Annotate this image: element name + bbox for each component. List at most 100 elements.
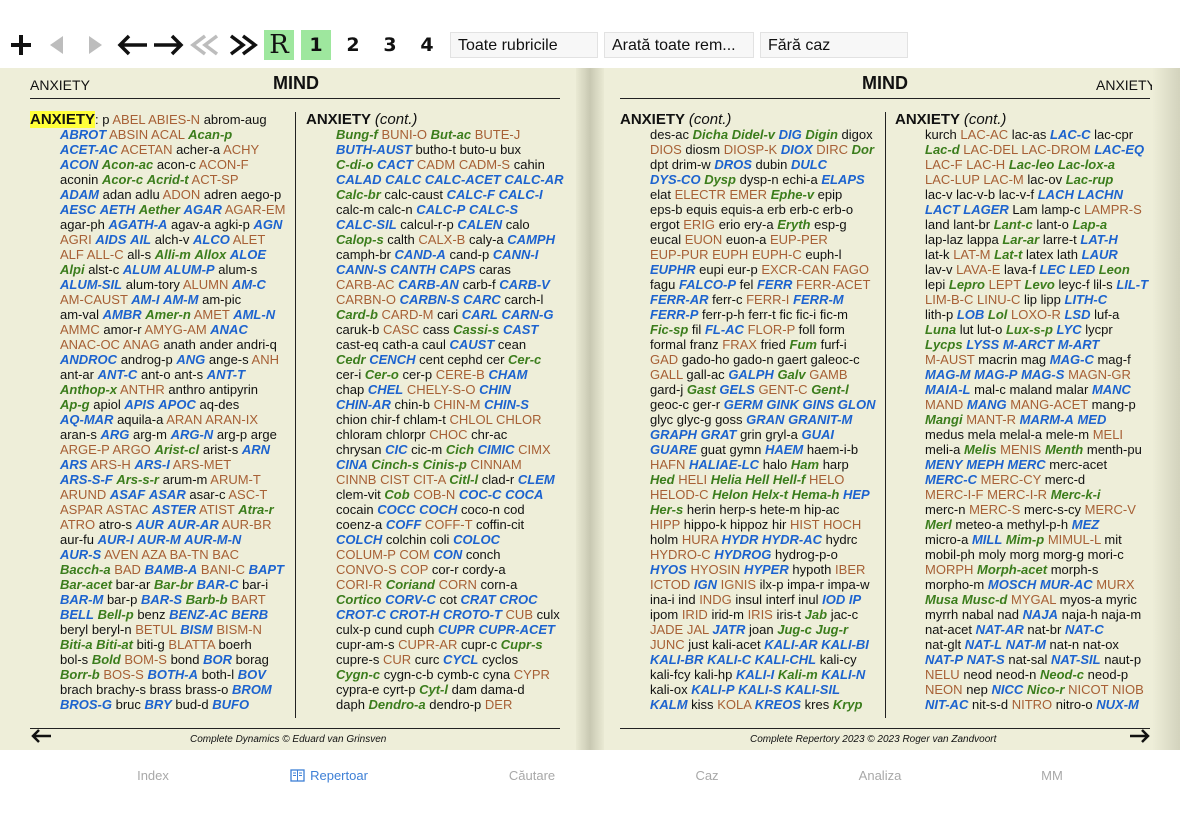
remedy-abbrev[interactable]: Biti-a <box>60 637 93 652</box>
remedy-abbrev[interactable]: LAC-LUP <box>925 172 980 187</box>
remedy-abbrev[interactable]: KALI-S <box>738 682 781 697</box>
remedy-abbrev[interactable]: merc-acet <box>1049 457 1107 472</box>
remedy-abbrev[interactable]: lil-s <box>1093 277 1113 292</box>
remedy-abbrev[interactable]: Bung-f <box>336 127 378 142</box>
remedy-abbrev[interactable]: CARB-AN <box>398 277 459 292</box>
remedy-abbrev[interactable]: hip-ac <box>804 502 839 517</box>
remedy-abbrev[interactable]: Bar-acet <box>60 577 112 592</box>
remedy-abbrev[interactable]: INDG <box>699 592 732 607</box>
remedy-abbrev[interactable]: lith-p <box>925 307 953 322</box>
remedy-abbrev[interactable]: BAMB-A <box>145 562 198 577</box>
remedy-abbrev[interactable]: CYPR <box>514 667 550 682</box>
remedy-abbrev[interactable]: glyc <box>650 412 673 427</box>
remedy-abbrev[interactable]: ATIST <box>199 502 235 517</box>
remedy-abbrev[interactable]: APIS <box>124 397 154 412</box>
double-right-icon[interactable] <box>226 30 260 60</box>
remedy-abbrev[interactable]: IP <box>849 592 861 607</box>
remedy-abbrev[interactable]: fic-m <box>820 307 848 322</box>
remedy-abbrev[interactable]: mag-f <box>1097 352 1130 367</box>
remedy-abbrev[interactable]: COP <box>400 562 428 577</box>
remedy-abbrev[interactable]: androg-p <box>121 352 173 367</box>
remedy-abbrev[interactable]: CYCL <box>443 652 478 667</box>
remedy-abbrev[interactable]: Acrid-t <box>147 172 189 187</box>
remedy-abbrev[interactable]: ARAN-IX <box>205 412 258 427</box>
remedy-abbrev[interactable]: BUFO <box>212 697 249 712</box>
remedy-abbrev[interactable]: CANN-I <box>493 247 539 262</box>
remedy-abbrev[interactable]: MELI <box>1093 427 1123 442</box>
remedy-abbrev[interactable]: Lepro <box>949 277 985 292</box>
remedy-abbrev[interactable]: Hell <box>745 472 769 487</box>
remedy-abbrev[interactable]: ant-o <box>141 367 171 382</box>
remedy-abbrev[interactable]: benz <box>137 607 165 622</box>
remedy-abbrev[interactable]: coco-n <box>461 502 500 517</box>
remedy-abbrev[interactable]: arum-m <box>163 472 208 487</box>
remedy-abbrev[interactable]: alst-c <box>88 262 119 277</box>
remedy-abbrev[interactable]: DYS-CO <box>650 172 701 187</box>
remedy-abbrev[interactable]: lac-ov <box>1027 172 1062 187</box>
remedy-abbrev[interactable]: ind <box>678 592 695 607</box>
remedy-abbrev[interactable]: calc-m <box>336 202 374 217</box>
remedy-abbrev[interactable]: Nico-r <box>1027 682 1065 697</box>
remedy-abbrev[interactable]: LOXO-R <box>1011 307 1061 322</box>
remedy-abbrev[interactable]: lant-br <box>953 217 990 232</box>
remedy-abbrev[interactable]: cean <box>498 337 526 352</box>
remedy-abbrev[interactable]: BISM <box>180 622 213 637</box>
remedy-abbrev[interactable]: cyrt-p <box>383 682 416 697</box>
remedy-abbrev[interactable]: AGN <box>253 217 282 232</box>
remedy-abbrev[interactable]: alum-s <box>218 262 257 277</box>
remedy-abbrev[interactable]: ALET <box>233 232 266 247</box>
remedy-abbrev[interactable]: IBER <box>835 562 865 577</box>
remedy-abbrev[interactable]: naja-h <box>1062 607 1098 622</box>
remedy-abbrev[interactable]: brachy-s <box>96 682 146 697</box>
remedy-abbrev[interactable]: ELAPS <box>821 172 864 187</box>
remedy-abbrev[interactable]: harp <box>823 457 849 472</box>
remedy-abbrev[interactable]: land <box>925 217 950 232</box>
remedy-abbrev[interactable]: lath <box>1057 247 1078 262</box>
rubric-name-highlight[interactable]: ANXIETY <box>30 111 96 128</box>
remedy-abbrev[interactable]: KALI-C <box>707 652 751 667</box>
remedy-abbrev[interactable]: GINS <box>802 397 834 412</box>
remedy-abbrev[interactable]: CALAD <box>336 172 382 187</box>
remedy-abbrev[interactable]: CALX-B <box>418 232 465 247</box>
remedy-abbrev[interactable]: ABSIN <box>109 127 148 142</box>
remedy-abbrev[interactable]: agar-ph <box>60 217 105 232</box>
tab-cautare[interactable]: Căutare <box>496 768 568 783</box>
remedy-abbrev[interactable]: But-ac <box>431 127 471 142</box>
remedy-abbrev[interactable]: BAD <box>114 562 141 577</box>
remedy-abbrev[interactable]: maland <box>1010 382 1053 397</box>
remedy-abbrev[interactable]: biti-g <box>137 637 165 652</box>
remedy-abbrev[interactable]: Allox <box>194 247 226 262</box>
remedy-abbrev[interactable]: cot <box>440 592 457 607</box>
remedy-abbrev[interactable]: cupr-c <box>461 637 497 652</box>
remedy-abbrev[interactable]: bond <box>171 652 200 667</box>
remedy-abbrev[interactable]: BUNI-O <box>382 127 428 142</box>
remedy-abbrev[interactable]: MED <box>1077 412 1106 427</box>
remedy-abbrev[interactable]: CIMX <box>518 442 551 457</box>
remedy-abbrev[interactable]: cod <box>504 502 525 517</box>
remedy-abbrev[interactable]: foll <box>799 322 816 337</box>
remedy-abbrev[interactable]: ACON-F <box>199 157 249 172</box>
remedy-abbrev[interactable]: franz <box>690 337 719 352</box>
remedy-abbrev[interactable]: M-ART <box>1058 337 1100 352</box>
tab-index[interactable]: Index <box>118 768 188 783</box>
remedy-abbrev[interactable]: euph-l <box>805 247 841 262</box>
remedy-abbrev[interactable]: MILL <box>972 532 1002 547</box>
remedy-abbrev[interactable]: drim-w <box>672 157 711 172</box>
remedy-abbrev[interactable]: cahin <box>514 157 545 172</box>
remedy-abbrev[interactable]: eps-b <box>650 202 683 217</box>
remedy-abbrev[interactable]: anath <box>163 337 196 352</box>
remedy-abbrev[interactable]: myrrh <box>925 607 958 622</box>
arrow-right-icon[interactable] <box>151 30 187 60</box>
remedy-abbrev[interactable]: impa-r <box>787 577 824 592</box>
remedy-abbrev[interactable]: NAJA <box>1023 607 1058 622</box>
remedy-abbrev[interactable]: LAGER <box>963 202 1009 217</box>
remedy-abbrev[interactable]: BOTH-A <box>147 667 198 682</box>
remedy-abbrev[interactable]: COLUM-P <box>336 547 396 562</box>
remedy-abbrev[interactable]: CROC <box>499 592 537 607</box>
remedy-abbrev[interactable]: NELU <box>925 667 960 682</box>
remedy-abbrev[interactable]: COLCH <box>336 532 382 547</box>
remedy-abbrev[interactable]: LAC-EQ <box>1094 142 1144 157</box>
remedy-abbrev[interactable]: NAT-M <box>1006 637 1046 652</box>
remedy-abbrev[interactable]: HOCH <box>823 517 861 532</box>
remedy-abbrev[interactable]: Cich <box>446 442 474 457</box>
